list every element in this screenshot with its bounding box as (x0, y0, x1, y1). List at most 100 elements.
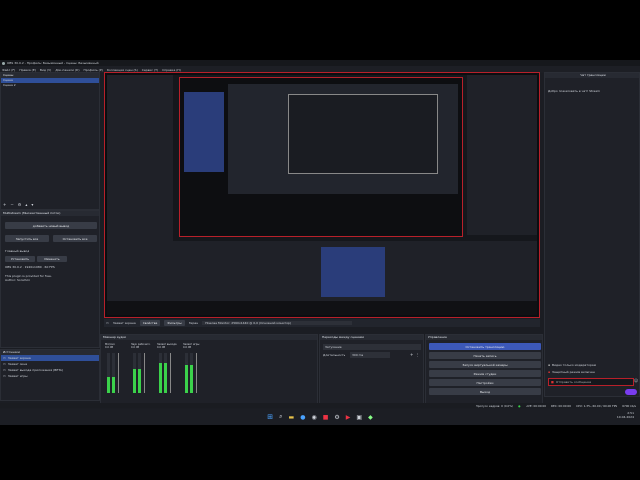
settings-icon[interactable]: ⚙ (334, 414, 339, 421)
volume-meter (107, 353, 110, 393)
move-down-icon[interactable]: ▾ (31, 202, 33, 207)
nested-inner-frame (228, 84, 458, 194)
system-clock: 2:51 10.04.2024 (617, 411, 634, 419)
selected-source-name: Захват экрана (112, 321, 136, 325)
youtube-icon[interactable]: ▶ (346, 414, 351, 421)
chat-option: ▪ Защитный режим включен (548, 370, 595, 374)
output-info: OBS 30.0.2 · 1920x1080 · 60 FPS (5, 265, 55, 269)
obs-icon[interactable]: ◉ (311, 414, 316, 421)
send-button[interactable] (625, 389, 637, 395)
browser-icon[interactable]: ● (300, 414, 305, 421)
volume-meter (112, 353, 115, 393)
store-icon[interactable]: ■ (323, 414, 329, 421)
channel-db: 0.0 dB (157, 346, 166, 349)
filters-button[interactable]: Фильтры (164, 320, 185, 326)
stop-stream-button[interactable]: Остановить трансляцию (429, 343, 541, 350)
cpu-usage: CPU: 1.3%, 60.00 / 60.00 FPS (576, 403, 618, 408)
plugin-author: Author: SoraYuki (5, 278, 30, 282)
chat-actions: ☺ (634, 378, 638, 383)
search-icon[interactable]: ⌕ (279, 413, 282, 421)
preview-canvas[interactable] (104, 72, 540, 318)
shield-icon: ▪ (548, 370, 551, 374)
window-title: OBS 30.0.2 - Профиль: Безымянный - Сцены… (7, 61, 99, 65)
taskbar: ⊞ ⌕ ▬ ● ◉ ■ ⚙ ▶ ▣ ◆ 2:51 10.04.2024 (0, 409, 640, 425)
controls-title: Управление (426, 335, 542, 340)
studio-mode-button[interactable]: Режим студии (429, 370, 541, 377)
add-scene-icon[interactable]: + (3, 202, 6, 207)
properties-button[interactable]: Свойства (139, 320, 161, 326)
channel-db: 0.0 dB (105, 346, 114, 349)
add-transition-icon[interactable]: + (410, 352, 413, 357)
audio-mixer-panel: Микшер аудио Mic/Aux 0.0 dB Звук рабочег… (100, 334, 318, 404)
nested-scenes (107, 75, 173, 185)
stop-all-button[interactable]: Остановить все (53, 235, 97, 242)
mixer-channel: Захват игры 0.0 dB (183, 343, 203, 401)
volume-meter (190, 353, 193, 393)
menu-edit[interactable]: Правка (E) (19, 68, 36, 72)
volume-meter (185, 353, 188, 393)
source-item[interactable]: ▭ Захват игры (1, 373, 99, 379)
gamepad-icon: ▭ (3, 374, 6, 378)
volume-meter (138, 353, 141, 393)
add-output-button[interactable]: добавить новый вывод (5, 222, 97, 229)
move-up-icon[interactable]: ▴ (25, 202, 27, 207)
mixer-channel: Звук рабочего стола 0.0 dB (131, 343, 151, 401)
bitrate: 6700 kb/s (622, 403, 636, 408)
exit-button[interactable]: Выход (429, 388, 541, 395)
chat-option: ▪ Видео только модераторам (548, 363, 596, 367)
file-explorer-icon[interactable]: ▬ (289, 414, 295, 421)
volume-slider[interactable] (170, 353, 171, 393)
start-record-button[interactable]: Начать запись (429, 352, 541, 359)
emoji-icon[interactable]: ☺ (634, 378, 638, 383)
volume-slider[interactable] (144, 353, 145, 393)
menu-profile[interactable]: Профиль (P) (84, 68, 103, 72)
menu-docks[interactable]: Док-панели (D) (55, 68, 79, 72)
menu-file[interactable]: Файл (F) (2, 68, 15, 72)
menu-view[interactable]: Вид (V) (40, 68, 51, 72)
chat-message: Добро пожаловать в чат! Stream (548, 89, 600, 93)
menu-help[interactable]: Справка (H) (162, 68, 181, 72)
duration-label: Длительность (323, 353, 346, 357)
settings-button[interactable]: Настройки (429, 379, 541, 386)
mixer-channel: Mic/Aux 0.0 dB (105, 343, 125, 401)
menu-tools[interactable]: Сервис (T) (142, 68, 158, 72)
multistream-title: Multistream (Множественный поток) (1, 211, 99, 216)
transition-toolbar: + ⋮ (410, 352, 419, 357)
chat-input[interactable]: ■ Отправить сообщение (548, 378, 634, 386)
display-select[interactable]: Hisense Monitor: 2560x1440 @ 0,0 (Основн… (202, 321, 353, 325)
app-icon[interactable]: ◆ (368, 414, 373, 421)
menu-scene-collection[interactable]: Коллекция сцен (S) (107, 68, 138, 72)
scene-item[interactable]: Сцена 2 (1, 83, 99, 88)
edit-button[interactable]: Изменить (37, 256, 67, 262)
preview-frame (107, 75, 537, 315)
transition-settings-icon[interactable]: ⋮ (415, 352, 419, 357)
mixer-channels: Mic/Aux 0.0 dB Звук рабочего стола 0.0 d… (105, 343, 203, 401)
start-all-button[interactable]: Запустить все (5, 235, 49, 242)
monitor-icon: ▭ (106, 321, 109, 325)
scenes-toolbar: + − ⚙ ▴ ▾ (3, 202, 33, 207)
mixer-title: Микшер аудио (101, 335, 317, 340)
clock-date: 10.04.2024 (616, 415, 634, 419)
transition-select[interactable]: Затухание (323, 344, 421, 350)
nested-scenes-highlight (184, 92, 224, 172)
nested-preview (179, 77, 463, 237)
nested-controls (321, 247, 385, 297)
sources-panel: Источники ▭ Захват экрана ▭ Захват окна ▭ З… (0, 349, 100, 401)
source-toolbar: ▭ Захват экрана Свойства Фильтры Экран H… (104, 319, 540, 327)
windows-start-icon[interactable]: ⊞ (267, 413, 273, 421)
display-label: Экран (188, 321, 199, 325)
volume-slider[interactable] (196, 353, 197, 393)
remove-scene-icon[interactable]: − (10, 202, 13, 207)
nested-taskbar (107, 301, 537, 315)
scene-settings-icon[interactable]: ⚙ (18, 202, 22, 207)
chat-input-placeholder: Отправить сообщение (555, 380, 592, 384)
volume-slider[interactable] (118, 353, 119, 393)
terminal-icon[interactable]: ▣ (356, 414, 362, 421)
config-button[interactable]: Установить (5, 256, 35, 262)
shield-icon: ▪ (548, 363, 551, 367)
channel-db: 0.0 dB (131, 346, 140, 349)
duration-input[interactable]: 300 ms (350, 352, 390, 358)
virtual-camera-button[interactable]: Запуск виртуальной камеры (429, 361, 541, 368)
channel-db: 0.0 dB (183, 346, 192, 349)
scenes-panel: Сцены Сцена Сцена 2 + − ⚙ ▴ ▾ (0, 72, 100, 210)
